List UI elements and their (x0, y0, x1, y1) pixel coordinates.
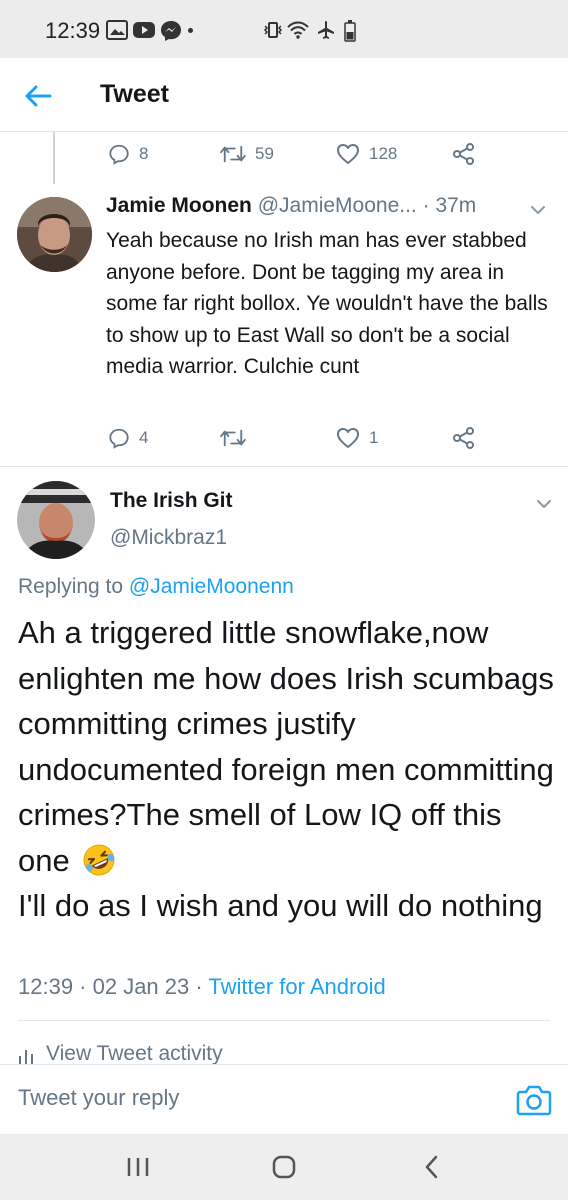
view-tweet-activity-label: View Tweet activity (46, 1042, 223, 1065)
rofl-emoji (83, 844, 115, 875)
tweet-source-link[interactable]: Twitter for Android (208, 974, 385, 999)
share-icon (453, 143, 474, 165)
vibrate-icon (263, 22, 283, 38)
reply-icon (109, 144, 129, 165)
battery-icon (344, 20, 356, 42)
reply-text: Yeah because no Irish man has ever stabb… (106, 229, 548, 378)
reply-composer: Tweet your reply (0, 1064, 568, 1134)
share-button[interactable] (452, 420, 485, 456)
main-tweet-text: Ah a triggered little snowflake,now enli… (18, 610, 558, 929)
reply-time: · 37m (422, 194, 477, 217)
main-avatar-image (17, 481, 95, 559)
messenger-icon (161, 21, 181, 41)
replying-to-prefix: Replying to (18, 575, 124, 598)
reply-actions: 4 1 (0, 420, 568, 456)
tweet-timestamp: 12:39 · 02 Jan 23 · (18, 974, 203, 999)
reply-avatar-image (17, 197, 92, 272)
youtube-icon (133, 22, 155, 38)
camera-icon[interactable] (516, 1083, 552, 1117)
reply-author-line: Jamie Moonen @JamieMoone... · 37m (106, 194, 546, 218)
reply-input[interactable]: Tweet your reply (18, 1085, 179, 1111)
android-nav-bar (0, 1134, 568, 1200)
back-arrow-icon[interactable] (22, 80, 54, 112)
retweet-button[interactable]: 59 (220, 136, 274, 172)
reply-avatar[interactable] (17, 197, 92, 272)
notification-dot (188, 28, 193, 33)
retweet-count: 59 (255, 144, 274, 163)
like-icon (337, 144, 359, 164)
wifi-icon (287, 21, 309, 39)
home-icon[interactable] (268, 1152, 300, 1182)
reply-button[interactable]: 8 (108, 136, 148, 172)
status-time: 12:39 (45, 18, 101, 43)
like-button[interactable]: 1 (336, 420, 378, 456)
like-button[interactable]: 128 (336, 136, 397, 172)
retweet-icon (220, 145, 246, 163)
gallery-icon (106, 20, 128, 40)
share-icon (453, 427, 474, 449)
reply-count: 8 (139, 144, 149, 163)
share-button[interactable] (452, 136, 485, 172)
divider (0, 466, 568, 467)
status-bar: 12:39 (0, 0, 568, 58)
page-title: Tweet (100, 80, 169, 108)
recent-apps-icon[interactable] (122, 1152, 154, 1182)
main-author-handle[interactable]: @Mickbraz1 (110, 526, 227, 550)
like-count: 1 (369, 428, 379, 447)
chevron-down-icon[interactable] (528, 200, 548, 220)
main-tweet-text-part2: I'll do as I wish and you will do nothin… (18, 888, 543, 923)
like-icon (337, 428, 359, 448)
like-count: 128 (369, 144, 398, 163)
reply-button[interactable]: 4 (108, 420, 148, 456)
parent-tweet-actions: 8 59 128 (0, 136, 568, 172)
replying-to-link[interactable]: @JamieMoonenn (129, 575, 294, 598)
reply-author-handle[interactable]: @JamieMoone... (258, 194, 417, 217)
main-tweet-text-part1: Ah a triggered little snowflake,now enli… (18, 615, 554, 878)
main-avatar[interactable] (17, 481, 95, 559)
reply-author-name[interactable]: Jamie Moonen (106, 194, 252, 217)
retweet-icon (220, 429, 246, 447)
back-nav-icon[interactable] (416, 1152, 448, 1182)
reply-icon (109, 428, 129, 449)
reply-count: 4 (139, 428, 149, 447)
airplane-icon (318, 21, 334, 39)
main-author-name[interactable]: The Irish Git (110, 489, 233, 513)
retweet-button[interactable] (220, 420, 255, 456)
header: Tweet (0, 58, 568, 132)
activity-chart-icon (19, 1050, 33, 1064)
replying-to: Replying to @JamieMoonenn (18, 575, 294, 599)
tweet-meta: 12:39 · 02 Jan 23 · Twitter for Android (18, 974, 386, 1000)
chevron-down-icon[interactable] (534, 494, 554, 514)
divider (18, 1020, 550, 1021)
